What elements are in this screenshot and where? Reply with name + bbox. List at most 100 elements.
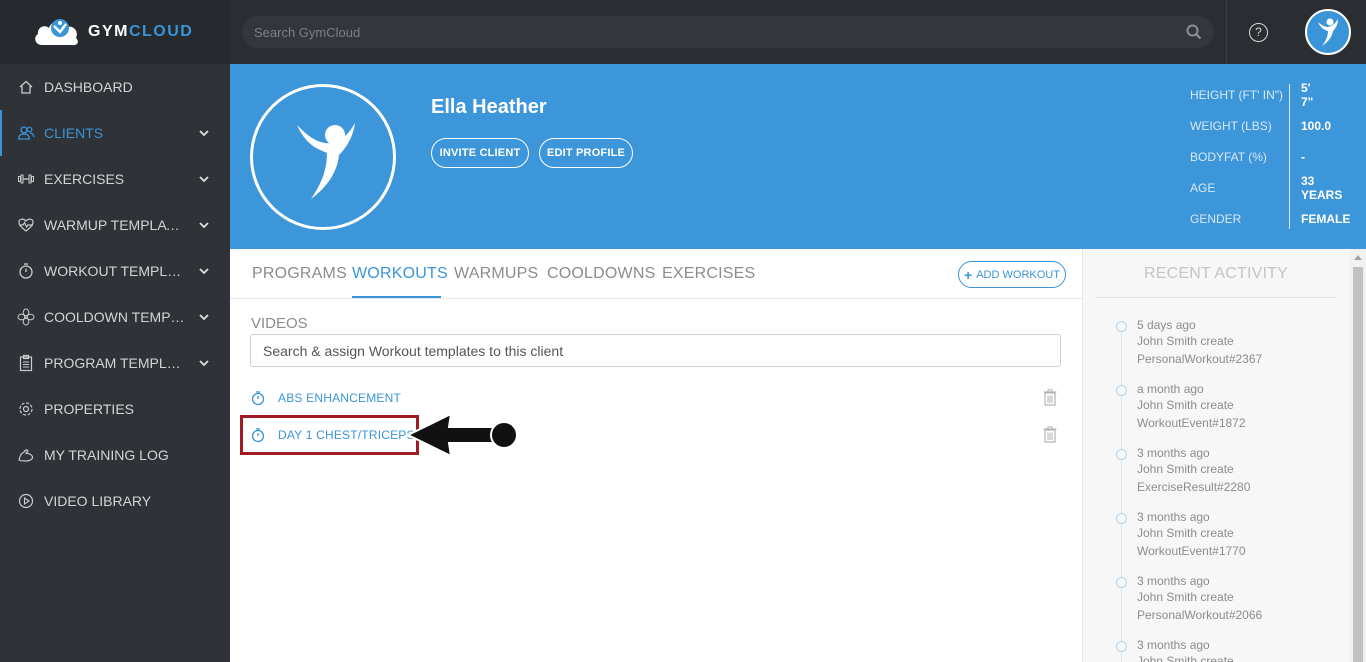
activity-time: 3 months ago: [1137, 574, 1210, 588]
activity-object: PersonalWorkout#2367: [1137, 352, 1263, 366]
activity-actor: John Smith create: [1137, 462, 1234, 476]
sidebar-item-cooldown-templates[interactable]: COOLDOWN TEMPLATES: [0, 294, 230, 340]
sidebar: DASHBOARD CLIENTS EXERCISES WARMUP TEMPL…: [0, 64, 230, 662]
scroll-up-icon[interactable]: [1354, 255, 1362, 260]
timeline-dot: [1116, 577, 1127, 588]
cloud-logo-icon: [35, 19, 78, 46]
stat-value: FEMALE: [1301, 211, 1351, 226]
sidebar-item-label: DASHBOARD: [44, 79, 133, 95]
sidebar-item-dashboard[interactable]: DASHBOARD: [0, 64, 230, 110]
muscle-icon: [18, 449, 34, 462]
stat-bodyfat: BODYFAT (%) -: [1190, 141, 1305, 172]
activity-actor: John Smith create: [1137, 654, 1234, 662]
activity-object: WorkoutEvent#1872: [1137, 416, 1246, 430]
activity-object: PersonalWorkout#2066: [1137, 608, 1263, 622]
active-tab-indicator: [352, 296, 441, 298]
global-search: [242, 16, 1214, 48]
tab-warmups[interactable]: WARMUPS: [454, 265, 538, 283]
chevron-down-icon[interactable]: [198, 173, 210, 185]
fan-icon: [17, 308, 35, 326]
stat-label: GENDER: [1190, 211, 1242, 226]
recent-activity-panel: RECENT ACTIVITY 5 days ago John Smith cr…: [1082, 249, 1366, 662]
sidebar-item-label: VIDEO LIBRARY: [44, 493, 152, 509]
sidebar-item-program-templates[interactable]: PROGRAM TEMPLATES: [0, 340, 230, 386]
activity-actor: John Smith create: [1137, 398, 1234, 412]
client-stats: HEIGHT (FT' IN") 5' 7" WEIGHT (LBS) 100.…: [1190, 79, 1350, 234]
stat-label: AGE: [1190, 180, 1216, 195]
heartbeat-icon: [18, 218, 34, 232]
sidebar-item-label: MY TRAINING LOG: [44, 447, 169, 463]
activity-time: 3 months ago: [1137, 638, 1210, 652]
top-bar: GYMCLOUD ?: [0, 0, 1366, 64]
sidebar-item-label: CLIENTS: [44, 125, 104, 141]
activity-actor: John Smith create: [1137, 526, 1234, 540]
assign-workout-search-input[interactable]: [250, 334, 1061, 367]
activity-time: 3 months ago: [1137, 446, 1210, 460]
edit-profile-button[interactable]: EDIT PROFILE: [539, 138, 633, 168]
trash-icon[interactable]: [1043, 389, 1057, 406]
stat-value: 100.0: [1301, 118, 1332, 133]
annotation-arrow-icon: [405, 412, 518, 458]
activity-object: WorkoutEvent#1770: [1137, 544, 1246, 558]
sidebar-item-exercises[interactable]: EXERCISES: [0, 156, 230, 202]
sidebar-item-label: PROGRAM TEMPLATES: [44, 355, 187, 371]
sidebar-item-video-library[interactable]: VIDEO LIBRARY: [0, 478, 230, 524]
stopwatch-icon: [19, 263, 33, 279]
tab-programs[interactable]: PROGRAMS: [252, 265, 347, 283]
trash-icon[interactable]: [1043, 426, 1057, 443]
sidebar-item-warmup-templates[interactable]: WARMUP TEMPLATES: [0, 202, 230, 248]
chevron-down-icon[interactable]: [198, 357, 210, 369]
client-tabs: PROGRAMS WORKOUTS WARMUPS COOLDOWNS EXER…: [230, 249, 1082, 299]
user-avatar[interactable]: [1305, 9, 1351, 55]
chevron-down-icon[interactable]: [198, 265, 210, 277]
workout-link[interactable]: ABS ENHANCEMENT: [278, 391, 401, 405]
annotation-highlight-box: [240, 415, 419, 455]
stat-age: AGE 33 YEARS: [1190, 172, 1342, 203]
timeline-dot: [1116, 513, 1127, 524]
sidebar-item-properties[interactable]: PROPERTIES: [0, 386, 230, 432]
sidebar-item-clients[interactable]: CLIENTS: [0, 110, 230, 156]
user-figure-icon: [1318, 18, 1338, 46]
tab-exercises[interactable]: EXERCISES: [662, 265, 755, 283]
help-icon[interactable]: ?: [1249, 23, 1268, 42]
search-input[interactable]: [242, 16, 1214, 48]
activity-actor: John Smith create: [1137, 334, 1234, 348]
section-label: VIDEOS: [251, 315, 308, 332]
chevron-down-icon[interactable]: [198, 219, 210, 231]
stat-value: 33 YEARS: [1301, 173, 1343, 202]
dumbbell-icon: [18, 174, 34, 184]
home-icon: [19, 80, 33, 94]
timeline-dot: [1116, 449, 1127, 460]
timeline-line: [1121, 327, 1122, 662]
scroll-thumb[interactable]: [1353, 267, 1363, 662]
stat-weight: WEIGHT (LBS) 100.0: [1190, 110, 1331, 141]
activity-time: a month ago: [1137, 382, 1204, 396]
search-icon[interactable]: [1186, 24, 1202, 40]
sidebar-item-label: PROPERTIES: [44, 401, 134, 417]
add-workout-button[interactable]: + ADD WORKOUT: [958, 261, 1066, 288]
stat-label: BODYFAT (%): [1190, 149, 1267, 164]
tab-cooldowns[interactable]: COOLDOWNS: [547, 265, 655, 283]
invite-client-button[interactable]: INVITE CLIENT: [431, 138, 529, 168]
chevron-down-icon[interactable]: [198, 127, 210, 139]
timeline-dot: [1116, 385, 1127, 396]
sidebar-item-workout-templates[interactable]: WORKOUT TEMPLATES: [0, 248, 230, 294]
add-workout-label: ADD WORKOUT: [976, 268, 1060, 281]
stat-value: 5' 7": [1301, 80, 1314, 109]
sidebar-item-label: WORKOUT TEMPLATES: [44, 263, 187, 279]
client-figure-icon: [297, 123, 355, 199]
gear-icon: [19, 402, 33, 416]
users-icon: [17, 126, 35, 140]
logo[interactable]: GYMCLOUD: [0, 0, 230, 64]
activity-time: 3 months ago: [1137, 510, 1210, 524]
stat-height: HEIGHT (FT' IN") 5' 7": [1190, 79, 1313, 110]
sidebar-item-my-training-log[interactable]: MY TRAINING LOG: [0, 432, 230, 478]
stat-value: -: [1301, 149, 1305, 164]
activity-actor: John Smith create: [1137, 590, 1234, 604]
stats-divider: [1289, 84, 1290, 229]
tab-workouts[interactable]: WORKOUTS: [352, 265, 448, 283]
workout-item-abs-enhancement: ABS ENHANCEMENT: [250, 386, 1061, 410]
activity-scrollbar[interactable]: [1350, 249, 1366, 662]
chevron-down-icon[interactable]: [198, 311, 210, 323]
topbar-divider: [1226, 0, 1227, 64]
